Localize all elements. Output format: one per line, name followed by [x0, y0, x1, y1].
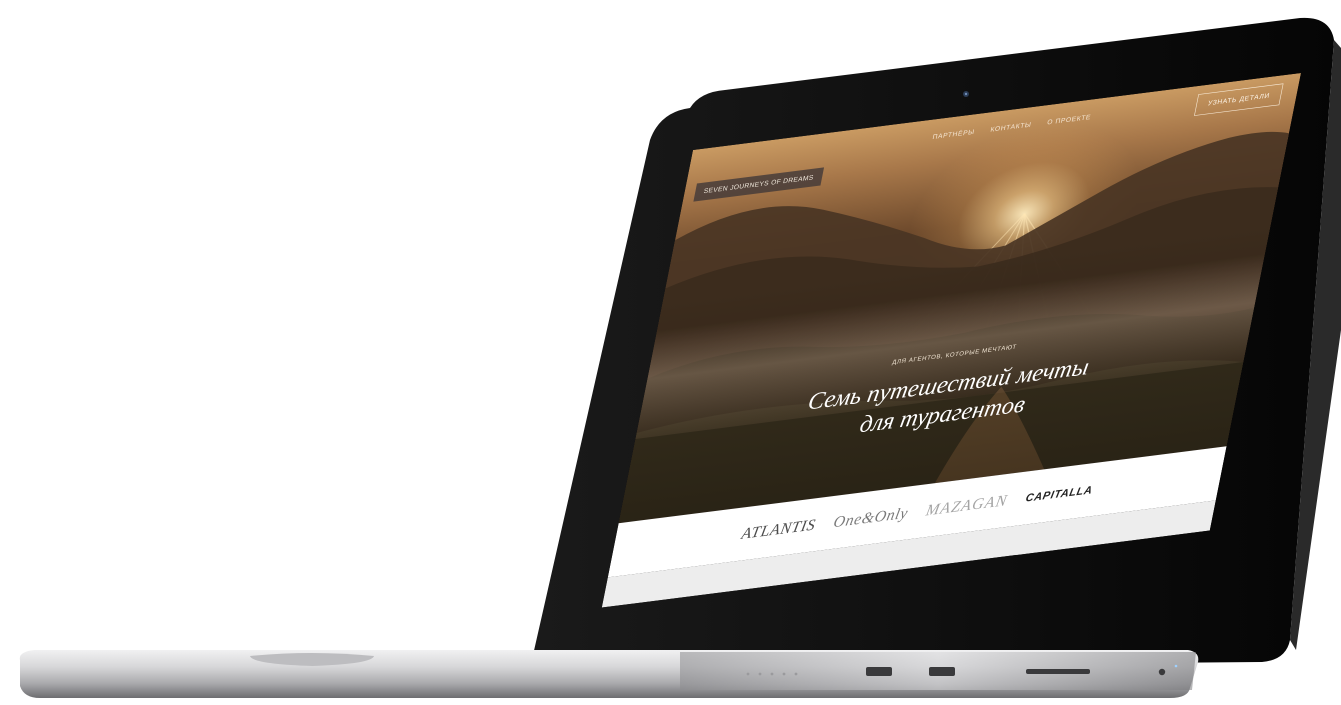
laptop-mockup: Seven Journeys of Dreams Партнёры Контак…: [0, 0, 1341, 705]
sd-slot-icon: [1026, 669, 1090, 674]
power-led-icon: [1174, 664, 1178, 668]
usb-port-icon: [929, 667, 955, 676]
headphone-jack-icon: [1158, 668, 1166, 676]
usb-port-icon: [866, 667, 892, 676]
laptop-base: [19, 650, 1199, 698]
